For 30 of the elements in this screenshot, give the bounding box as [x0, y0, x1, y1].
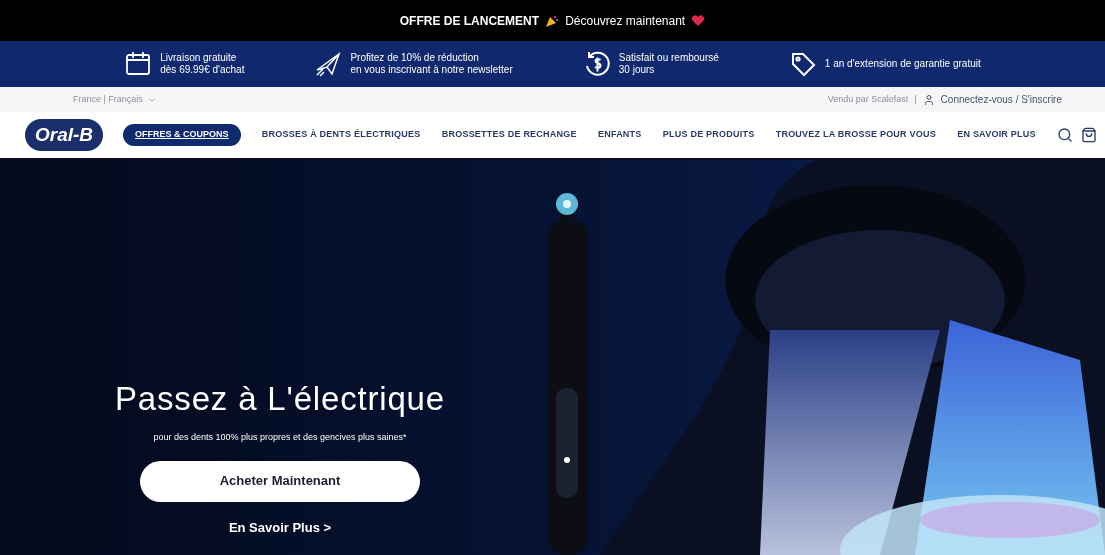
nav-link[interactable]: BROSSES À DENTS ÉLECTRIQUES [261, 128, 421, 142]
benefit-text: 1 an d'extension de garantie gratuit [824, 58, 981, 70]
buy-now-button[interactable]: Acheter Maintenant [140, 460, 420, 502]
announcement-title: OFFRE DE LANCEMENT [399, 12, 540, 30]
logo[interactable]: Oral-B [25, 118, 104, 152]
announcement-link[interactable]: Découvrez maintenant [565, 11, 686, 30]
nav-link[interactable]: PLUS DE PRODUITS [662, 128, 755, 142]
benefit-text: Profitez de 10% de réduction [350, 52, 480, 64]
benefit-text: Livraison gratuite [160, 52, 238, 64]
paper-plane-icon [314, 50, 343, 78]
heart-icon [691, 13, 706, 28]
seller-text: Vendu par Scalefast [827, 92, 909, 106]
nav-link[interactable]: EN SAVOIR PLUS [957, 128, 1036, 142]
search-icon[interactable] [1057, 127, 1073, 143]
hero-subtitle: pour des dents 100% plus propres et des gencives plus saines* [153, 431, 407, 444]
hero-title: Passez à L'électrique [115, 382, 445, 415]
benefit-text: dès 69.99€ d'achat [160, 64, 245, 76]
nav-link[interactable]: TROUVEZ LA BROSSE POUR VOUS [775, 128, 936, 142]
party-popper-icon [545, 13, 560, 28]
user-icon [922, 93, 935, 106]
benefit-text: en vous inscrivant à notre newsletter [350, 64, 513, 76]
calendar-icon [124, 50, 153, 78]
benefit-text: Satisfait ou remboursé [618, 52, 719, 64]
nav-link[interactable]: ENFANTS [597, 128, 642, 142]
account-link[interactable]: Connectez-vous / S'inscrire [940, 92, 1062, 107]
learn-more-link[interactable]: En Savoir Plus > [228, 517, 332, 537]
separator-text: | [914, 92, 917, 106]
benefit-text: 30 jours [618, 64, 656, 76]
shopping-bag-icon[interactable] [1081, 127, 1097, 143]
nav-link[interactable]: BROSSETTES DE RECHANGE [441, 128, 577, 142]
